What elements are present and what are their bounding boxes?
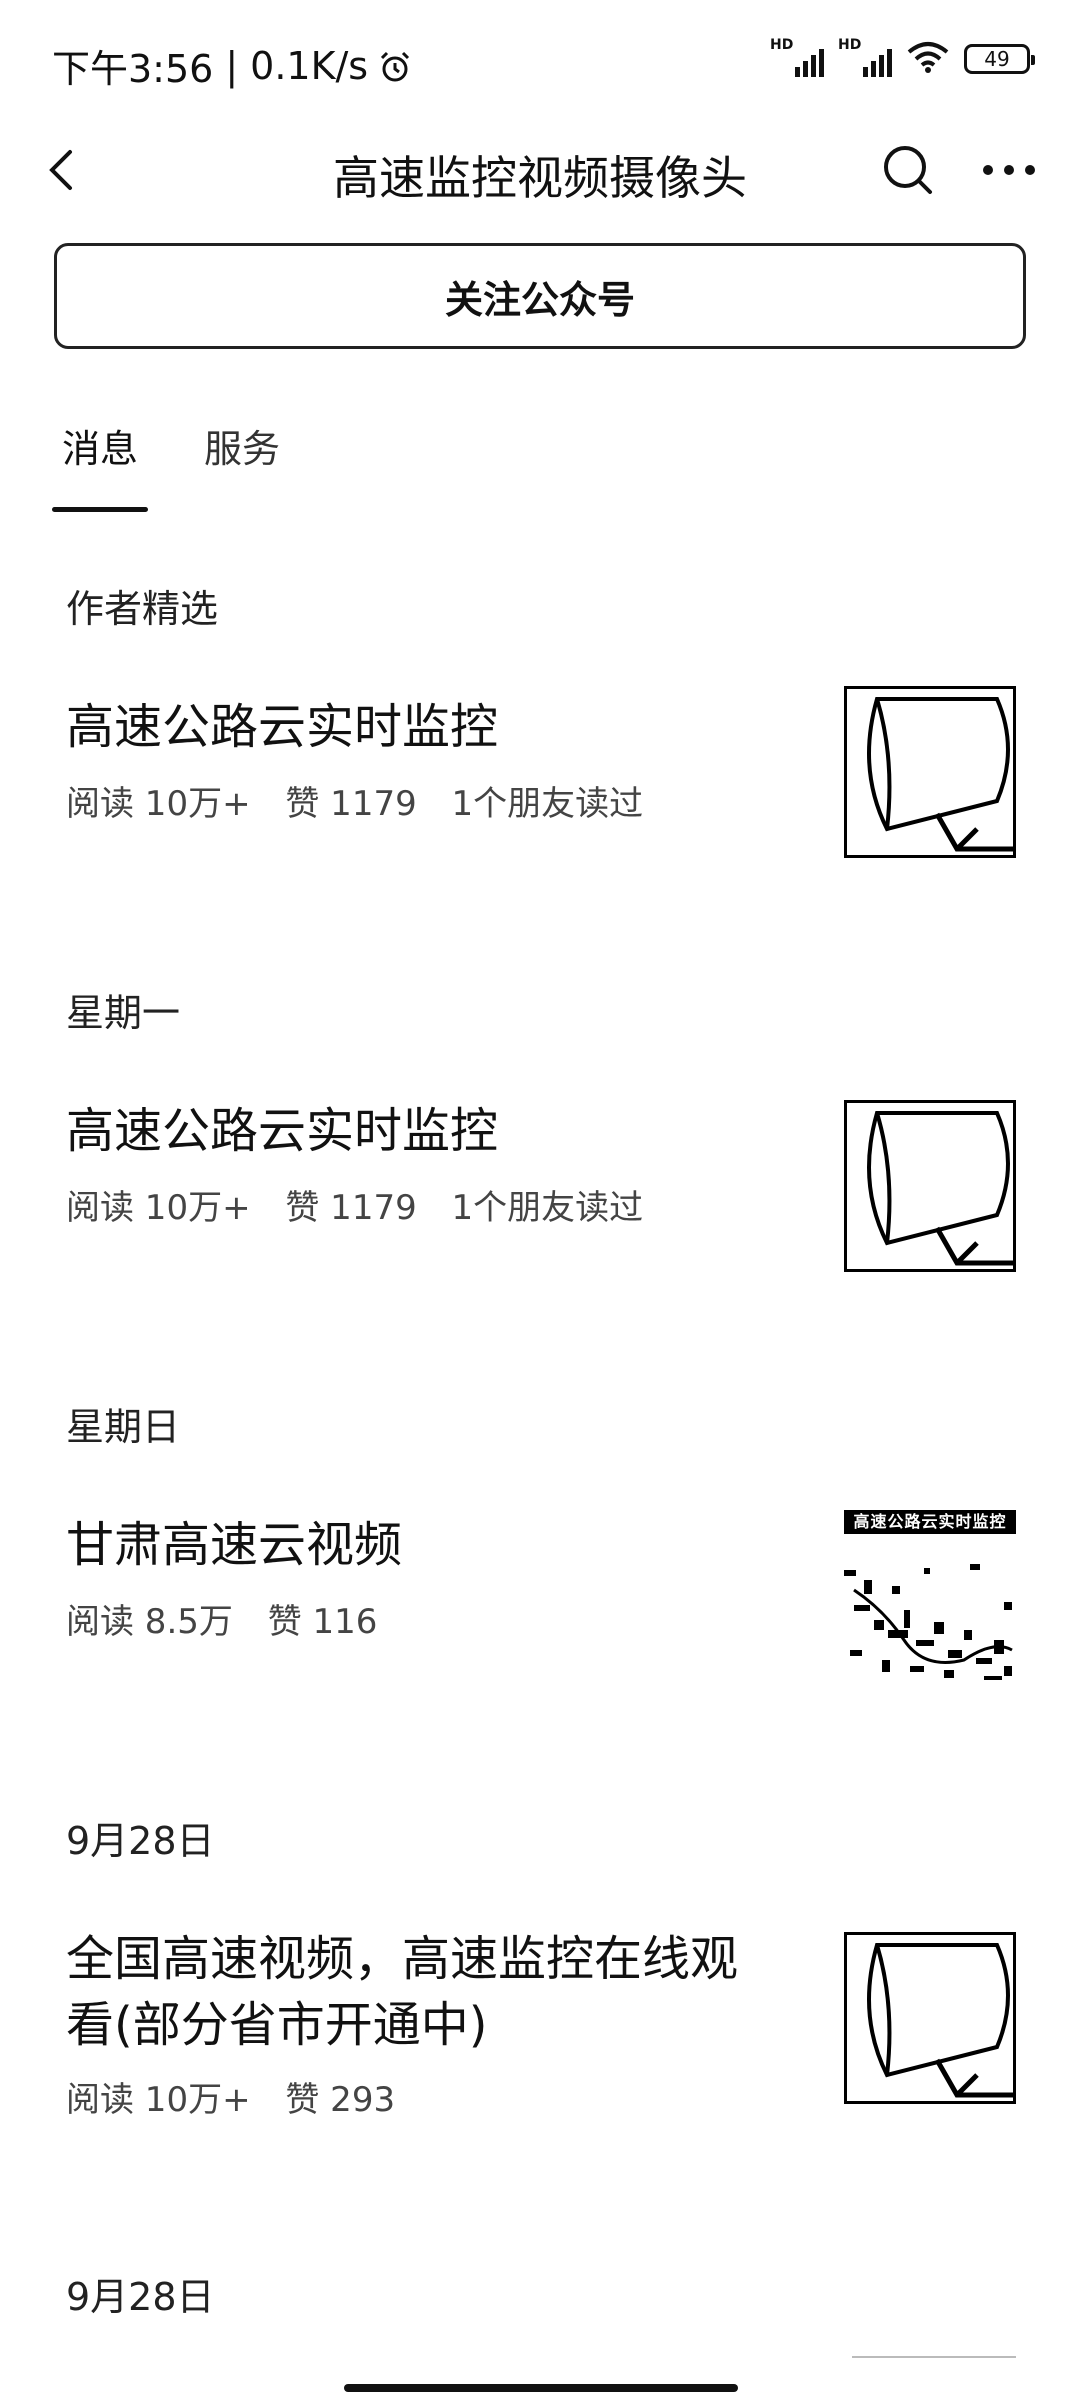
status-time: 下午3:56 [52, 47, 214, 91]
status-bar: 下午3:56 | 0.1K/s HD HD 49 [0, 0, 1080, 120]
article-title: 甘肃高速云视频 [66, 1517, 403, 1573]
network-speed: 0.1K/s [250, 43, 369, 88]
tab-bar: 消息 服务 [51, 410, 286, 512]
tab-services[interactable]: 服务 [198, 410, 286, 490]
thumbnail-edge [852, 2356, 1016, 2358]
article-meta: 阅读 10万+ 赞 1179 1个朋友读过 [66, 776, 667, 825]
title-bar: 高速监控视频摄像头 [0, 120, 1080, 220]
camera-icon [844, 686, 1016, 858]
wifi-icon [906, 40, 950, 78]
article-title: 高速公路云实时监控 [66, 699, 499, 755]
article-likes: 赞 116 [267, 1602, 378, 1642]
camera-icon [844, 1100, 1016, 1272]
article-reads: 阅读 10万+ [66, 1188, 251, 1228]
article-reads: 阅读 10万+ [66, 2080, 251, 2120]
map-image: 高速公路云实时监控 [844, 1510, 1016, 1682]
article-likes: 赞 1179 [285, 784, 417, 824]
signal-hd-label: HD [770, 37, 794, 53]
article-item[interactable]: 高速公路云实时监控 阅读 10万+ 赞 1179 1个朋友读过 [0, 1074, 1080, 1274]
article-item[interactable]: 全国高速视频，高速监控在线观看(部分省市开通中) 阅读 10万+ 赞 293 [0, 1910, 1080, 2160]
section-heading: 星期日 [66, 1405, 181, 1449]
search-icon[interactable] [876, 138, 940, 202]
article-friends: 1个朋友读过 [451, 1188, 644, 1228]
signal-hd-label: HD [838, 37, 862, 53]
article-likes: 赞 293 [285, 2080, 396, 2120]
section-heading: 作者精选 [66, 587, 219, 631]
article-likes: 赞 1179 [285, 1188, 417, 1228]
section-heading: 9月28日 [66, 1819, 215, 1863]
home-indicator[interactable] [344, 2384, 738, 2392]
article-meta: 阅读 8.5万 赞 116 [66, 1594, 401, 1643]
status-left: 下午3:56 | 0.1K/s [52, 38, 412, 93]
article-reads: 阅读 10万+ [66, 784, 251, 824]
more-icon[interactable] [974, 138, 1044, 202]
article-title: 全国高速视频，高速监控在线观看(部分省市开通中) [66, 1931, 739, 2053]
battery-level: 49 [984, 47, 1010, 71]
article-friends: 1个朋友读过 [451, 784, 644, 824]
article-title: 高速公路云实时监控 [66, 1103, 499, 1159]
status-right: HD HD 49 [770, 37, 1035, 78]
alarm-icon [378, 49, 412, 83]
article-meta: 阅读 10万+ 赞 1179 1个朋友读过 [66, 1180, 667, 1229]
follow-account-button[interactable]: 关注公众号 [54, 243, 1026, 349]
status-separator: | [225, 43, 239, 88]
article-meta: 阅读 10万+ 赞 293 [66, 2072, 419, 2121]
article-item[interactable]: 甘肃高速云视频 阅读 8.5万 赞 116 高速公路云实时监控 [0, 1488, 1080, 1688]
signal-icon: HD [838, 37, 892, 77]
article-reads: 阅读 8.5万 [66, 1602, 233, 1642]
battery-icon: 49 [964, 44, 1035, 74]
section-heading: 星期一 [66, 991, 181, 1035]
tab-messages[interactable]: 消息 [51, 410, 149, 512]
signal-icon: HD [770, 37, 824, 77]
camera-icon [844, 1932, 1016, 2104]
section-heading: 9月28日 [66, 2275, 215, 2319]
article-item[interactable]: 高速公路云实时监控 阅读 10万+ 赞 1179 1个朋友读过 [0, 670, 1080, 870]
